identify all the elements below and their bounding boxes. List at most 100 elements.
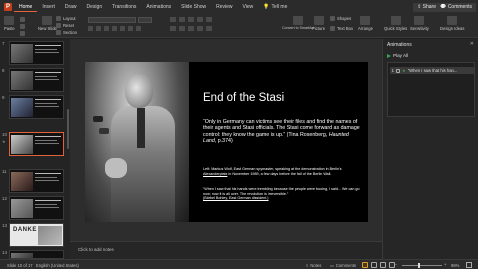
zoom-level[interactable]: 96% bbox=[451, 263, 459, 268]
new-slide-button[interactable]: New Slide bbox=[38, 16, 57, 31]
menu-draw[interactable]: Draw bbox=[60, 4, 82, 10]
thumbnail-image: DANKE bbox=[9, 223, 64, 247]
thumbnail-7[interactable]: 7 bbox=[0, 41, 70, 65]
comments-label: Comments bbox=[447, 4, 472, 10]
animation-entry[interactable]: 1 ★ “When I saw that his han... bbox=[390, 67, 474, 74]
menu-design[interactable]: Design bbox=[82, 4, 108, 10]
design-ideas-button[interactable]: Design Ideas bbox=[440, 16, 464, 31]
layout-label: Layout bbox=[63, 16, 76, 21]
sensitivity-button[interactable]: Sensitivity bbox=[410, 16, 429, 31]
fit-to-window-icon[interactable] bbox=[466, 262, 472, 268]
tell-me-search[interactable]: 💡 Tell me bbox=[258, 4, 292, 10]
arrange-button[interactable]: Arrange bbox=[358, 16, 373, 31]
text-box-button[interactable]: Text Box bbox=[330, 26, 353, 31]
align-left-button[interactable] bbox=[170, 26, 176, 31]
notes-toggle[interactable]: ≡ Notes bbox=[306, 263, 321, 268]
menu-insert[interactable]: Insert bbox=[37, 4, 60, 10]
shapes-label: Shapes bbox=[337, 16, 352, 21]
thumbnail-10[interactable]: 10 ★ bbox=[0, 132, 70, 156]
thumbnail-13[interactable]: 13 DANKE bbox=[0, 223, 70, 247]
animations-pane-title: Animations bbox=[387, 42, 412, 48]
text-format-buttons bbox=[88, 26, 141, 31]
shapes-button[interactable]: Shapes bbox=[330, 16, 351, 21]
reset-icon bbox=[56, 23, 61, 28]
font-family-select[interactable] bbox=[88, 17, 136, 23]
thumbnail-14[interactable]: 14 bbox=[0, 250, 70, 259]
microphone-icon bbox=[99, 128, 109, 134]
zoom-in-icon[interactable]: + bbox=[444, 262, 446, 267]
italic-button[interactable] bbox=[96, 26, 101, 31]
section-button[interactable]: Section bbox=[56, 30, 77, 35]
subscript-button[interactable] bbox=[128, 26, 133, 31]
decrease-indent-button[interactable] bbox=[188, 17, 194, 22]
menu-animations[interactable]: Animations bbox=[141, 4, 176, 10]
menu-review[interactable]: Review bbox=[211, 4, 237, 10]
cut-button[interactable] bbox=[20, 17, 25, 22]
comments-button[interactable]: 💬 Comments bbox=[436, 3, 476, 12]
copy-button[interactable] bbox=[20, 24, 25, 29]
thumbnail-9[interactable]: 9 bbox=[0, 95, 70, 119]
strikethrough-button[interactable] bbox=[112, 26, 117, 31]
thumbnail-11[interactable]: 11 bbox=[0, 169, 70, 193]
convert-smartart-button[interactable]: Convert to SmartArt bbox=[282, 16, 314, 30]
notes-pane[interactable]: Click to add notes bbox=[70, 241, 382, 259]
thumbnail-12[interactable]: 12 bbox=[0, 196, 70, 220]
justify-button[interactable] bbox=[197, 26, 203, 31]
numbering-button[interactable] bbox=[179, 17, 185, 22]
font-size-select[interactable] bbox=[138, 17, 152, 23]
view-buttons bbox=[362, 261, 395, 268]
format-painter-button[interactable] bbox=[20, 31, 25, 36]
picture-button[interactable]: Picture bbox=[312, 16, 325, 31]
bullets-button[interactable] bbox=[170, 17, 176, 22]
normal-view-icon[interactable] bbox=[362, 261, 368, 268]
markus-wolf-photo[interactable] bbox=[85, 62, 189, 222]
notes-label: Notes bbox=[310, 262, 322, 268]
zoom-out-icon[interactable]: − bbox=[395, 262, 397, 267]
quote-source-link[interactable]: (Bärbel Bohley, East German dissident.) bbox=[203, 196, 269, 200]
zoom-slider-handle[interactable] bbox=[418, 262, 420, 268]
bold-button[interactable] bbox=[88, 26, 93, 31]
language-indicator[interactable]: English (United States) bbox=[36, 263, 79, 268]
slide-sorter-icon[interactable] bbox=[371, 261, 377, 268]
align-right-button[interactable] bbox=[188, 26, 194, 31]
comments-toggle[interactable]: ▭ Comments bbox=[330, 263, 356, 268]
menu-transitions[interactable]: Transitions bbox=[107, 4, 141, 10]
play-all-button[interactable]: Play All bbox=[387, 53, 408, 58]
alexanderplatz-link[interactable]: Alexanderplatz bbox=[203, 172, 227, 176]
thumbnail-image bbox=[9, 132, 64, 156]
align-center-button[interactable] bbox=[179, 26, 185, 31]
animation-entry-label: “When I saw that his han... bbox=[407, 68, 458, 73]
layout-button[interactable]: Layout bbox=[56, 16, 76, 21]
photo-caption[interactable]: Left: Markus Wolf, East German spymaster… bbox=[203, 167, 363, 176]
menu-home[interactable]: Home bbox=[14, 3, 38, 12]
current-slide[interactable]: End of the Stasi “Only in Germany can vi… bbox=[85, 62, 368, 222]
thumbnail-number: 14 bbox=[2, 250, 8, 255]
close-icon[interactable]: ✕ bbox=[470, 41, 474, 47]
columns-button[interactable] bbox=[206, 26, 212, 31]
reading-view-icon[interactable] bbox=[380, 261, 386, 268]
thumbnail-8[interactable]: 8 bbox=[0, 68, 70, 92]
photo-tie bbox=[137, 108, 145, 148]
thumbnails-scrollbar[interactable] bbox=[67, 109, 69, 149]
bohley-quote[interactable]: “When I saw that his hands were tremblin… bbox=[203, 187, 363, 201]
font-color-button[interactable] bbox=[136, 26, 141, 31]
slide-title[interactable]: End of the Stasi bbox=[203, 92, 284, 104]
slide-thumbnails-pane: 7 8 9 10 ★ 11 12 13 DANKE 14 bbox=[0, 39, 70, 259]
increase-indent-button[interactable] bbox=[197, 17, 203, 22]
menu-slide-show[interactable]: Slide Show bbox=[176, 4, 211, 10]
arrange-label: Arrange bbox=[358, 26, 373, 31]
thumbnail-image bbox=[9, 41, 64, 65]
slide-editor: End of the Stasi “Only in Germany can vi… bbox=[70, 39, 382, 259]
paste-button[interactable]: Paste bbox=[4, 16, 15, 31]
animation-order: 1 bbox=[391, 68, 394, 73]
underline-button[interactable] bbox=[104, 26, 109, 31]
zoom-slider[interactable] bbox=[402, 264, 442, 266]
menu-view[interactable]: View bbox=[238, 4, 259, 10]
quick-styles-button[interactable]: Quick Styles bbox=[384, 16, 407, 31]
new-slide-icon bbox=[42, 16, 53, 25]
slide-body-text[interactable]: “Only in Germany can victims see their f… bbox=[203, 119, 361, 145]
reset-button[interactable]: Reset bbox=[56, 23, 74, 28]
line-spacing-button[interactable] bbox=[206, 17, 212, 22]
new-slide-label: New Slide bbox=[38, 26, 57, 31]
superscript-button[interactable] bbox=[120, 26, 125, 31]
